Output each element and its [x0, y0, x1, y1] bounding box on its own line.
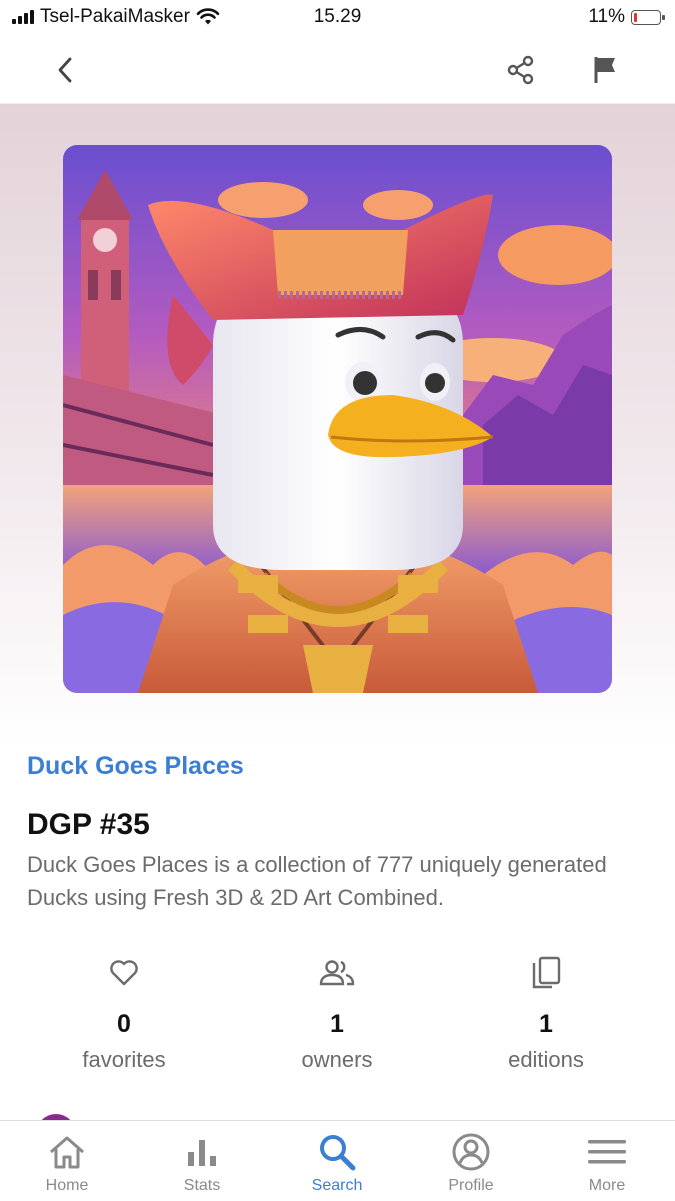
copies-icon	[532, 956, 561, 989]
owners-label: owners	[301, 1047, 373, 1072]
tab-search[interactable]: Search	[277, 1121, 397, 1201]
tab-stats-label: Stats	[183, 1177, 221, 1194]
tab-home[interactable]: Home	[7, 1121, 127, 1201]
tab-profile-label: Profile	[448, 1177, 494, 1194]
editions-label: editions	[508, 1047, 584, 1072]
top-nav-bar	[0, 34, 675, 104]
battery-info: 11%	[588, 6, 665, 28]
tab-more[interactable]: More	[547, 1121, 667, 1201]
favorites-label: favorites	[82, 1047, 166, 1072]
tab-more-label: More	[588, 1177, 626, 1194]
chevron-left-icon	[58, 57, 72, 83]
artwork-section	[0, 104, 675, 744]
bottom-tab-bar: Home Stats Search Profile More	[0, 1120, 675, 1200]
tab-profile[interactable]: Profile	[411, 1121, 531, 1201]
status-bar: Tsel-PakaiMasker 15.29 11%	[0, 0, 675, 34]
tab-stats[interactable]: Stats	[142, 1121, 262, 1201]
tab-search-label: Search	[311, 1177, 363, 1194]
nft-artwork[interactable]	[63, 145, 612, 693]
people-icon	[319, 960, 355, 986]
stat-owners[interactable]: 1 owners	[237, 950, 437, 1073]
tab-home-label: Home	[45, 1177, 89, 1194]
item-title: DGP #35	[27, 808, 150, 841]
heart-icon	[110, 960, 138, 986]
stat-editions[interactable]: 1 editions	[446, 950, 646, 1073]
menu-icon	[588, 1140, 626, 1164]
duck-artwork-image	[63, 145, 612, 693]
editions-count: 1	[539, 1010, 553, 1038]
flag-icon	[594, 57, 615, 83]
share-button[interactable]	[499, 48, 543, 92]
owners-count: 1	[330, 1010, 344, 1038]
clock: 15.29	[313, 6, 362, 27]
item-description: Duck Goes Places is a collection of 777 …	[27, 852, 607, 910]
share-icon	[507, 55, 534, 85]
home-icon	[50, 1136, 84, 1169]
item-stats: 0 favorites 1 owners 1 editions	[0, 950, 675, 1090]
collection-link[interactable]: Duck Goes Places	[27, 752, 244, 781]
battery-icon	[631, 9, 665, 25]
search-icon	[320, 1135, 356, 1171]
bar-chart-icon	[188, 1140, 216, 1166]
battery-level	[634, 12, 637, 22]
stat-favorites[interactable]: 0 favorites	[24, 950, 224, 1073]
favorites-count: 0	[117, 1010, 131, 1038]
report-button[interactable]	[584, 48, 628, 92]
profile-icon	[452, 1133, 490, 1171]
back-button[interactable]	[44, 48, 88, 92]
battery-percent: 11%	[588, 6, 625, 27]
